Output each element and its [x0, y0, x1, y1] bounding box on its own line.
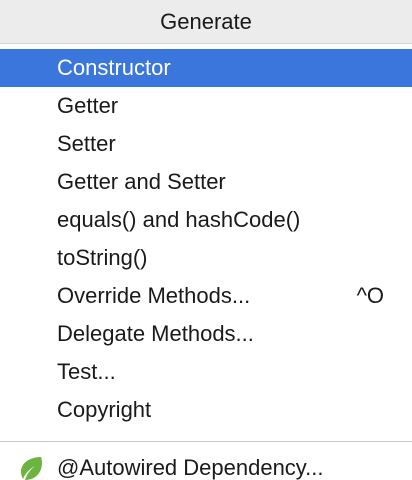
menu-item-getter[interactable]: Getter — [0, 87, 412, 125]
spring-leaf-icon — [16, 453, 46, 480]
menu-item-copyright[interactable]: Copyright — [0, 391, 412, 429]
menu-item-label: Getter — [57, 93, 119, 118]
menu-item-equals-hashcode[interactable]: equals() and hashCode() — [0, 201, 412, 239]
generate-popup: Generate Constructor Getter Setter Gette… — [0, 0, 412, 480]
menu-item-constructor[interactable]: Constructor — [0, 49, 412, 87]
menu-item-label: @Autowired Dependency... — [57, 455, 324, 480]
menu-item-label: toString() — [57, 245, 148, 270]
generate-menu: Constructor Getter Setter Getter and Set… — [0, 44, 412, 429]
shortcut-hint: ^O — [356, 283, 384, 308]
menu-item-label: Test... — [57, 359, 116, 384]
menu-item-label: Getter and Setter — [57, 169, 226, 194]
menu-item-label: equals() and hashCode() — [57, 207, 301, 232]
menu-item-autowired-dependency[interactable]: @Autowired Dependency... — [0, 442, 412, 480]
menu-item-getter-and-setter[interactable]: Getter and Setter — [0, 163, 412, 201]
menu-item-label: Setter — [57, 131, 116, 156]
popup-title: Generate — [0, 0, 412, 44]
menu-item-override-methods[interactable]: Override Methods... ^O — [0, 277, 412, 315]
menu-item-test[interactable]: Test... — [0, 353, 412, 391]
menu-item-setter[interactable]: Setter — [0, 125, 412, 163]
menu-item-label: Constructor — [57, 55, 171, 80]
menu-item-delegate-methods[interactable]: Delegate Methods... — [0, 315, 412, 353]
menu-item-tostring[interactable]: toString() — [0, 239, 412, 277]
menu-item-label: Delegate Methods... — [57, 321, 254, 346]
menu-item-label: Override Methods... — [57, 283, 251, 308]
menu-item-label: Copyright — [57, 397, 152, 422]
